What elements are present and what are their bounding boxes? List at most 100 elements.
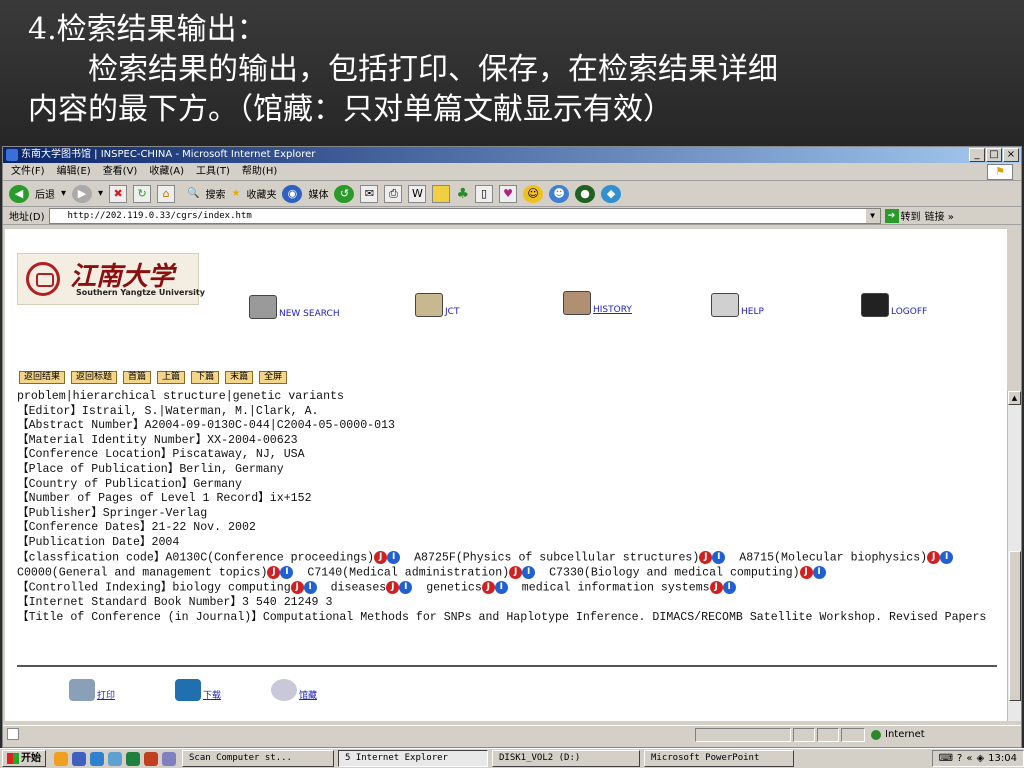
task-scan-computer[interactable]: Scan Computer st... [182,750,334,767]
holdings-link[interactable]: 馆藏 [271,679,317,701]
next-record-button[interactable]: 下篇 [191,371,220,384]
history-icon[interactable]: ↺ [334,184,355,203]
index-term[interactable]: diseases [331,581,387,594]
logoff-label[interactable]: LOGOFF [891,307,927,317]
journal-badge-icon[interactable]: J [699,550,713,564]
help-label[interactable]: HELP [741,307,764,317]
phone-icon[interactable]: ▯ [475,184,494,203]
journal-badge-icon[interactable]: J [799,565,813,579]
menu-tools[interactable]: 工具(T) [196,163,230,180]
tray-expand-icon[interactable]: « [966,753,972,764]
links-button[interactable]: 链接 » [925,208,954,223]
refresh-icon[interactable]: ↻ [133,184,152,203]
menu-help[interactable]: 帮助(H) [242,163,277,180]
start-button[interactable]: 开始 [2,750,46,767]
history-link[interactable]: HISTORY [563,291,632,315]
class-code[interactable]: A8725F(Physics of subcellular structures… [414,551,699,564]
vertical-scrollbar[interactable]: ▲ [1007,391,1021,721]
smiley-icon[interactable]: ☺ [523,184,544,203]
info-badge-icon[interactable]: I [812,565,826,579]
bird-icon[interactable]: ◆ [601,184,622,203]
info-badge-icon[interactable]: I [940,550,954,564]
address-dropdown-icon[interactable]: ▼ [865,208,880,223]
class-code[interactable]: C7330(Biology and medical computing) [549,566,799,579]
info-badge-icon[interactable]: I [494,580,508,594]
chat-icon[interactable]: ● [575,184,596,203]
holdings-label[interactable]: 馆藏 [299,688,317,701]
jct-link[interactable]: JCT [415,293,459,317]
network-icon[interactable]: ◈ [976,753,984,764]
journal-badge-icon[interactable]: J [709,580,723,594]
go-button[interactable]: ➔ 转到 [884,208,921,223]
go-label[interactable]: 转到 [901,208,921,223]
back-dropdown-icon[interactable]: ▾ [61,188,66,199]
quicklaunch-icon[interactable] [90,751,104,766]
back-icon[interactable]: ◀ [9,184,29,203]
tree-icon[interactable]: ♣ [456,186,469,202]
journal-badge-icon[interactable]: J [386,580,400,594]
help-tray-icon[interactable]: ? [957,753,962,764]
search-button[interactable]: 搜索 [206,186,226,201]
download-link[interactable]: 下载 [175,679,221,701]
media-button[interactable]: 媒体 [308,186,328,201]
keyboard-icon[interactable]: ⌨ [939,753,953,764]
scroll-thumb[interactable] [1009,551,1021,701]
task-powerpoint[interactable]: Microsoft PowerPoint [644,750,794,767]
journal-badge-icon[interactable]: J [509,565,523,579]
new-search-link[interactable]: NEW SEARCH [249,295,340,319]
class-code[interactable]: A8715(Molecular biophysics) [739,551,927,564]
minimize-button[interactable]: _ [969,148,985,162]
last-record-button[interactable]: 末篇 [225,371,254,384]
favorites-icon[interactable]: ★ [232,188,241,199]
quicklaunch-icon[interactable] [144,751,158,766]
media-icon[interactable]: ◉ [282,184,303,203]
prev-record-button[interactable]: 上篇 [157,371,186,384]
start-label[interactable]: 开始 [21,751,41,766]
journal-badge-icon[interactable]: J [374,550,388,564]
quicklaunch-icon[interactable] [126,751,140,766]
info-badge-icon[interactable]: I [399,580,413,594]
first-record-button[interactable]: 首篇 [123,371,152,384]
help-link[interactable]: HELP [711,293,764,317]
scroll-up-icon[interactable]: ▲ [1008,391,1021,405]
quicklaunch-icon[interactable] [54,751,68,766]
favorites-button[interactable]: 收藏夹 [246,186,276,201]
task-internet-explorer[interactable]: 5 Internet Explorer [338,750,488,767]
task-disk[interactable]: DISK1_VOL2 (D:) [492,750,640,767]
info-badge-icon[interactable]: I [387,550,401,564]
journal-badge-icon[interactable]: J [481,580,495,594]
info-badge-icon[interactable]: I [722,580,736,594]
jct-label[interactable]: JCT [445,307,459,317]
info-badge-icon[interactable]: I [280,565,294,579]
quicklaunch-icon[interactable] [72,751,86,766]
journal-badge-icon[interactable]: J [927,550,941,564]
quicklaunch-icon[interactable] [162,751,176,766]
maximize-button[interactable]: □ [986,148,1002,162]
folder-icon[interactable] [432,184,451,203]
go-arrow-icon[interactable]: ➔ [884,208,899,223]
index-term[interactable]: medical information systems [522,581,710,594]
journal-badge-icon[interactable]: J [267,565,281,579]
users-icon[interactable]: ☻ [549,184,570,203]
journal-badge-icon[interactable]: J [290,580,304,594]
search-icon[interactable]: 🔍 [187,188,199,199]
back-to-titles-button[interactable]: 返回标题 [71,371,118,384]
back-to-results-button[interactable]: 返回结果 [19,371,66,384]
address-input[interactable]: http://202.119.0.33/cgrs/index.htm ▼ [48,207,881,224]
address-value[interactable]: http://202.119.0.33/cgrs/index.htm [68,211,252,221]
info-badge-icon[interactable]: I [712,550,726,564]
close-button[interactable]: × [1003,148,1019,162]
class-code[interactable]: C0000(General and management topics) [17,566,267,579]
back-button[interactable]: 后退 [35,186,55,201]
download-label[interactable]: 下载 [203,688,221,701]
stop-icon[interactable]: ✖ [109,184,128,203]
forward-icon[interactable]: ▶ [72,184,93,203]
title-bar[interactable]: 东南大学图书馆 | INSPEC-CHINA - Microsoft Inter… [3,147,1021,163]
print-label[interactable]: 打印 [97,688,115,701]
menu-edit[interactable]: 编辑(E) [57,163,91,180]
info-badge-icon[interactable]: I [522,565,536,579]
mail-icon[interactable]: ✉ [360,184,379,203]
print-icon[interactable]: ⎙ [384,184,403,203]
quicklaunch-icon[interactable] [108,751,122,766]
home-icon[interactable]: ⌂ [157,184,176,203]
